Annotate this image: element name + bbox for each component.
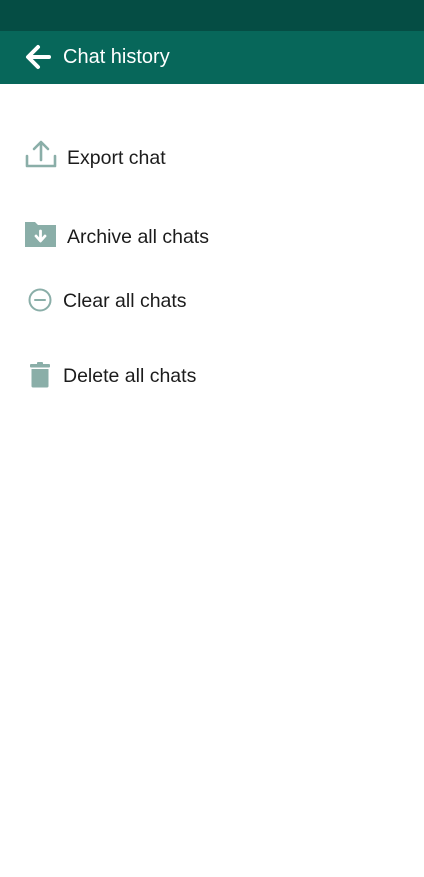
menu-item-clear-all-chats[interactable]: Clear all chats (0, 273, 424, 329)
menu-item-export-chat[interactable]: Export chat (0, 129, 424, 185)
menu-item-label: Export chat (67, 147, 166, 169)
menu-item-label: Clear all chats (63, 290, 187, 312)
back-button[interactable] (18, 39, 58, 75)
menu-item-delete-all-chats[interactable]: Delete all chats (0, 348, 424, 404)
minus-circle-icon (28, 288, 52, 312)
trash-icon (30, 362, 50, 388)
page-title: Chat history (63, 46, 170, 68)
app-bar: Chat history (0, 31, 424, 84)
menu-item-label: Archive all chats (67, 226, 209, 248)
upload-icon (25, 140, 57, 168)
menu-item-archive-all-chats[interactable]: Archive all chats (0, 208, 424, 264)
archive-folder-icon (25, 222, 56, 247)
status-bar (0, 0, 424, 31)
menu-item-label: Delete all chats (63, 365, 197, 387)
arrow-left-icon (26, 45, 51, 69)
